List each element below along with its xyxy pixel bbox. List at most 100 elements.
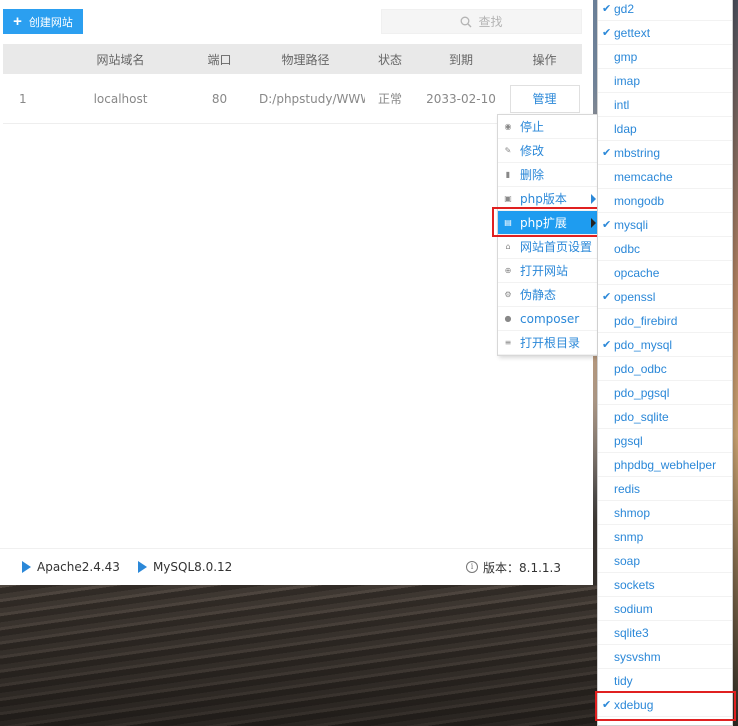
table-row[interactable]: 1 localhost 80 D:/phpstudy/WWW... 正常 203… <box>3 74 582 124</box>
submenu-arrow-icon <box>591 194 596 204</box>
extension-label: sqlite3 <box>614 625 649 640</box>
extension-label: sodium <box>614 601 653 616</box>
rewrite-icon: ⚙ <box>504 290 512 299</box>
apache-label: Apache2.4.43 <box>37 560 120 574</box>
extension-label: pdo_odbc <box>614 361 667 376</box>
play-icon <box>137 561 147 573</box>
extension-item-ldap[interactable]: ldap <box>598 117 732 141</box>
background-edge <box>733 0 738 726</box>
extension-item-pdo-odbc[interactable]: pdo_odbc <box>598 357 732 381</box>
play-icon <box>22 561 31 573</box>
extension-item-pdo-sqlite[interactable]: pdo_sqlite <box>598 405 732 429</box>
menu-item-open-site[interactable]: ⊕ 打开网站 <box>498 259 598 283</box>
extension-label: pdo_pgsql <box>614 385 670 400</box>
menu-item-rewrite[interactable]: ⚙ 伪静态 <box>498 283 598 307</box>
cell-domain: localhost <box>93 91 148 106</box>
extension-item-memcache[interactable]: memcache <box>598 165 732 189</box>
home-icon: ⌂ <box>505 242 511 251</box>
menu-item-stop[interactable]: ◉ 停止 <box>498 115 598 139</box>
php-version-icon: ▣ <box>504 194 512 203</box>
apache-service[interactable]: Apache2.4.43 <box>22 560 120 574</box>
header-status: 状态 <box>377 52 402 67</box>
folder-list-icon: ≡ <box>504 338 512 347</box>
extension-item-opcache[interactable]: opcache <box>598 261 732 285</box>
php-extension-submenu: ✔ gd2 ✔ gettext gmp imap intl ldap ✔ mbstring memc… <box>597 0 733 726</box>
header-expiry: 到期 <box>448 52 473 67</box>
extension-item-mysqli[interactable]: ✔ mysqli <box>598 213 732 237</box>
extension-item-pgsql[interactable]: pgsql <box>598 429 732 453</box>
menu-item-label: 删除 <box>520 168 545 182</box>
menu-item-edit[interactable]: ✎ 修改 <box>498 139 598 163</box>
extension-item-sodium[interactable]: sodium <box>598 597 732 621</box>
menu-item-label: composer <box>520 311 580 326</box>
checkmark-icon: ✔ <box>602 339 612 351</box>
create-site-button[interactable]: + 创建网站 <box>3 9 83 34</box>
extension-label: tidy <box>614 673 633 688</box>
extension-label: openssl <box>614 289 656 304</box>
extension-label: gd2 <box>614 1 635 16</box>
extension-label: sysvshm <box>614 649 661 664</box>
menu-item-delete[interactable]: ▮ 删除 <box>498 163 598 187</box>
extension-item-snmp[interactable]: snmp <box>598 525 732 549</box>
plus-icon: + <box>13 13 22 30</box>
mysql-label: MySQL8.0.12 <box>152 560 233 574</box>
extension-label: mbstring <box>614 145 661 160</box>
extension-label: opcache <box>614 265 660 280</box>
extension-item-pdo-pgsql[interactable]: pdo_pgsql <box>598 381 732 405</box>
extension-item-gettext[interactable]: ✔ gettext <box>598 21 732 45</box>
extension-item-soap[interactable]: soap <box>598 549 732 573</box>
extension-label: phpdbg_webhelper <box>614 457 717 472</box>
extension-item-sockets[interactable]: sockets <box>598 573 732 597</box>
extension-item-gmp[interactable]: gmp <box>598 45 732 69</box>
mysql-service[interactable]: MySQL8.0.12 <box>137 560 233 574</box>
menu-item-label: 打开根目录 <box>520 336 581 350</box>
extension-item-odbc[interactable]: odbc <box>598 237 732 261</box>
menu-item-label: 伪静态 <box>520 288 557 302</box>
extension-label: sockets <box>614 577 655 592</box>
extension-label: gmp <box>614 49 638 64</box>
version-label: 版本：8.1.1.3 <box>483 560 561 575</box>
site-table: 网站域名 端口 物理路径 状态 到期 操作 1 localhost 80 D:/… <box>3 44 582 124</box>
extension-label: soap <box>614 553 641 568</box>
cell-status: 正常 <box>377 92 402 106</box>
menu-item-homepage-settings[interactable]: ⌂ 网站首页设置 <box>498 235 598 259</box>
extension-item-tidy[interactable]: tidy <box>598 669 732 693</box>
table-header: 网站域名 端口 物理路径 状态 到期 操作 <box>3 44 582 74</box>
search-input[interactable]: 查找 <box>381 9 582 34</box>
highlight-php-extension <box>492 207 603 237</box>
header-action: 操作 <box>532 52 557 67</box>
info-icon: i <box>466 561 479 573</box>
stop-icon: ◉ <box>504 122 512 131</box>
extension-item-imap[interactable]: imap <box>598 69 732 93</box>
menu-item-label: 停止 <box>520 120 545 134</box>
extension-item-phpdbg-webhelper[interactable]: phpdbg_webhelper <box>598 453 732 477</box>
background-boardwalk <box>0 585 600 726</box>
menu-item-open-root[interactable]: ≡ 打开根目录 <box>498 331 598 355</box>
extension-label: ldap <box>614 121 637 136</box>
composer-icon: ● <box>504 314 512 323</box>
extension-item-shmop[interactable]: shmop <box>598 501 732 525</box>
extension-item-pdo-firebird[interactable]: pdo_firebird <box>598 309 732 333</box>
manage-button[interactable]: 管理 <box>509 84 580 113</box>
extension-item-mongodb[interactable]: mongodb <box>598 189 732 213</box>
cell-expiry: 2033-02-10 <box>426 91 496 106</box>
checkmark-icon: ✔ <box>602 147 612 159</box>
menu-item-composer[interactable]: ● composer <box>498 307 598 331</box>
extension-label: pdo_sqlite <box>614 409 669 424</box>
search-placeholder: 查找 <box>478 15 503 29</box>
extension-item-sqlite3[interactable]: sqlite3 <box>598 621 732 645</box>
extension-label: memcache <box>614 169 673 184</box>
globe-icon: ⊕ <box>504 266 512 275</box>
header-port: 端口 <box>207 52 232 67</box>
extension-item-intl[interactable]: intl <box>598 93 732 117</box>
extension-label: redis <box>614 481 641 496</box>
extension-item-sysvshm[interactable]: sysvshm <box>598 645 732 669</box>
status-bar: Apache2.4.43 MySQL8.0.12 i 版本：8.1.1.3 <box>0 548 593 585</box>
create-site-label: 创建网站 <box>28 16 73 29</box>
extension-item-mbstring[interactable]: ✔ mbstring <box>598 141 732 165</box>
checkmark-icon: ✔ <box>602 27 612 39</box>
extension-item-redis[interactable]: redis <box>598 477 732 501</box>
extension-item-gd2[interactable]: ✔ gd2 <box>598 0 732 21</box>
extension-item-pdo-mysql[interactable]: ✔ pdo_mysql <box>598 333 732 357</box>
extension-item-openssl[interactable]: ✔ openssl <box>598 285 732 309</box>
